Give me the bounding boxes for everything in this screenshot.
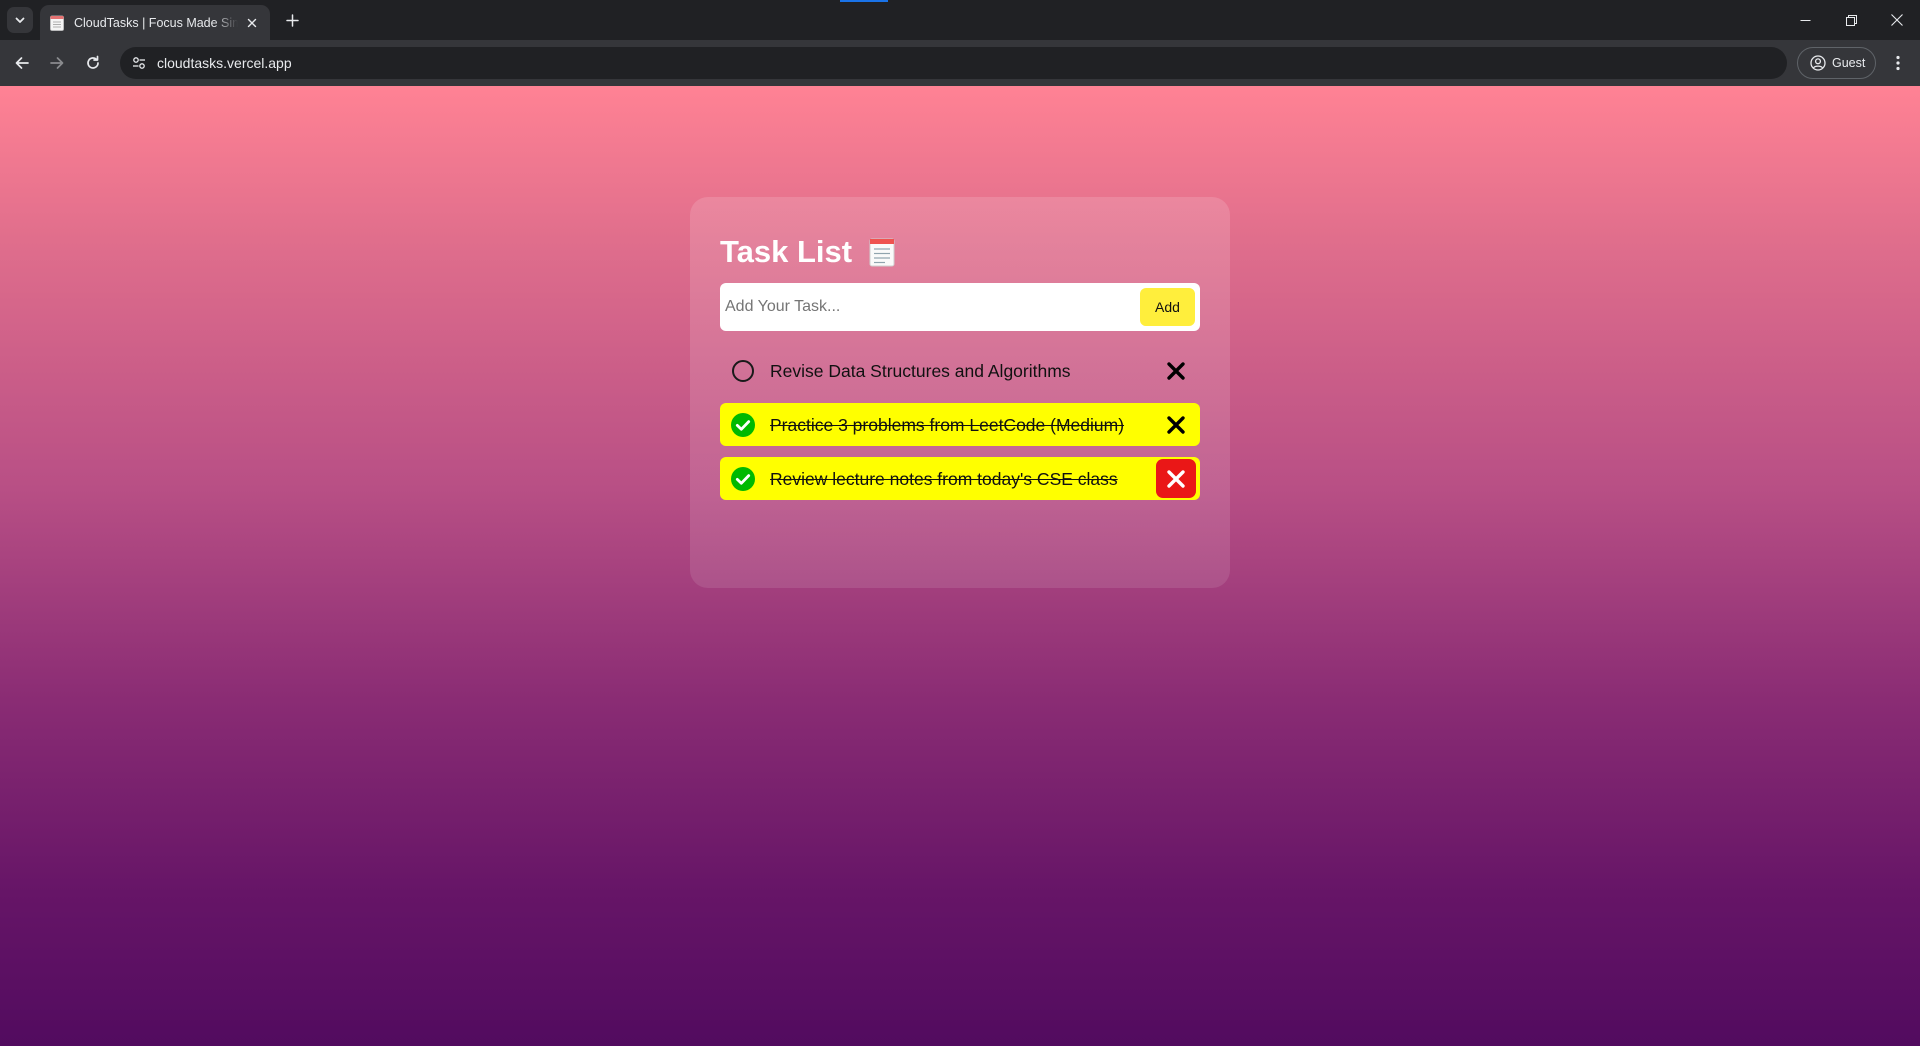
address-bar[interactable]: cloudtasks.vercel.app bbox=[120, 47, 1787, 79]
notepad-icon bbox=[869, 238, 895, 267]
back-button[interactable] bbox=[8, 49, 36, 77]
browser-tab[interactable]: CloudTasks | Focus Made Simple bbox=[40, 5, 270, 40]
browser-menu-button[interactable] bbox=[1886, 49, 1910, 77]
task-input[interactable] bbox=[720, 283, 1120, 331]
check-circle-icon[interactable] bbox=[731, 413, 755, 437]
url-text: cloudtasks.vercel.app bbox=[157, 55, 292, 71]
tab-search-button[interactable] bbox=[7, 7, 33, 33]
delete-task-button[interactable] bbox=[1156, 459, 1196, 498]
unchecked-circle-icon[interactable] bbox=[731, 359, 755, 383]
close-window-button[interactable] bbox=[1874, 0, 1920, 40]
close-icon bbox=[247, 18, 257, 27]
minimize-icon bbox=[1800, 19, 1810, 21]
forward-button[interactable] bbox=[43, 49, 71, 77]
arrow-left-icon bbox=[15, 57, 29, 69]
page-title: Task List bbox=[720, 234, 853, 269]
new-tab-button[interactable] bbox=[281, 9, 303, 31]
tab-title: CloudTasks | Focus Made Simple bbox=[74, 15, 238, 30]
task-card: Task List Add Revise Data Structures and… bbox=[690, 197, 1230, 588]
task-text: Revise Data Structures and Algorithms bbox=[770, 361, 1071, 381]
close-icon bbox=[1167, 361, 1185, 380]
plus-icon bbox=[285, 13, 299, 27]
tune-icon bbox=[133, 57, 145, 69]
chevron-down-icon bbox=[15, 17, 25, 23]
minimize-button[interactable] bbox=[1782, 0, 1828, 40]
tab-close-button[interactable] bbox=[244, 15, 260, 31]
restore-button[interactable] bbox=[1828, 0, 1874, 40]
task-text: Practice 3 problems from LeetCode (Mediu… bbox=[770, 415, 1125, 435]
tab-indicator bbox=[840, 0, 888, 2]
page-viewport: Task List Add Revise Data Structures and… bbox=[0, 86, 1920, 1046]
task-item[interactable]: Review lecture notes from today's CSE cl… bbox=[720, 457, 1200, 500]
title-row: Task List bbox=[720, 234, 896, 270]
close-icon bbox=[1167, 415, 1185, 434]
arrow-right-icon bbox=[50, 57, 64, 69]
notepad-icon bbox=[50, 15, 64, 31]
tab-strip: CloudTasks | Focus Made Simple bbox=[0, 0, 1920, 40]
site-info-button[interactable] bbox=[128, 52, 150, 74]
task-item[interactable]: Revise Data Structures and Algorithms bbox=[720, 349, 1200, 392]
add-task-bar: Add bbox=[720, 283, 1200, 331]
reload-button[interactable] bbox=[79, 49, 107, 77]
delete-task-button[interactable] bbox=[1156, 405, 1196, 444]
restore-icon bbox=[1845, 14, 1857, 26]
browser-toolbar: cloudtasks.vercel.app Guest bbox=[0, 40, 1920, 86]
profile-button[interactable]: Guest bbox=[1797, 47, 1876, 79]
task-item[interactable]: Practice 3 problems from LeetCode (Mediu… bbox=[720, 403, 1200, 446]
account-icon bbox=[1810, 55, 1826, 71]
add-button[interactable]: Add bbox=[1140, 288, 1195, 326]
task-text: Review lecture notes from today's CSE cl… bbox=[770, 469, 1118, 489]
more-vert-icon bbox=[1896, 55, 1900, 71]
reload-icon bbox=[87, 55, 99, 69]
profile-label: Guest bbox=[1832, 56, 1866, 70]
close-icon bbox=[1167, 469, 1185, 488]
close-icon bbox=[1891, 14, 1903, 26]
check-circle-icon[interactable] bbox=[731, 467, 755, 491]
delete-task-button[interactable] bbox=[1156, 351, 1196, 390]
